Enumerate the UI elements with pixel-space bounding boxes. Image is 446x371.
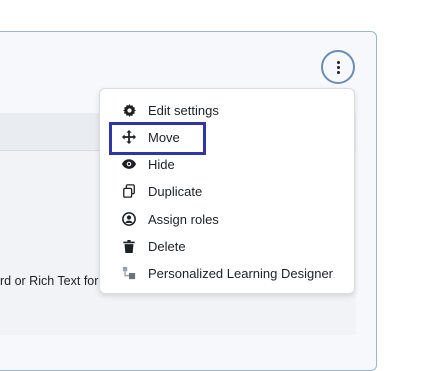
gear-icon [121, 102, 137, 118]
menu-item-personalized-learning-designer[interactable]: Personalized Learning Designer [100, 260, 354, 286]
eye-icon [121, 156, 137, 172]
menu-item-assign-roles[interactable]: Assign roles [100, 206, 354, 232]
menu-item-label: Personalized Learning Designer [148, 265, 334, 281]
move-arrows-icon [121, 129, 137, 145]
menu-item-label: Duplicate [148, 183, 203, 199]
menu-item-move[interactable]: Move [100, 124, 354, 150]
menu-item-edit-settings[interactable]: Edit settings [100, 97, 354, 123]
duplicate-icon [121, 183, 137, 199]
menu-item-label: Edit settings [148, 102, 219, 118]
menu-item-label: Move [148, 129, 180, 145]
pld-icon [121, 265, 137, 281]
menu-item-delete[interactable]: Delete [100, 233, 354, 259]
menu-item-label: Assign roles [148, 211, 219, 227]
actions-menu-button[interactable] [321, 50, 355, 84]
format-description-text: rd or Rich Text for [0, 274, 99, 288]
menu-item-duplicate[interactable]: Duplicate [100, 178, 354, 204]
kebab-icon [336, 60, 340, 74]
user-circle-icon [121, 211, 137, 227]
menu-item-label: Hide [148, 156, 175, 172]
trash-icon [121, 238, 137, 254]
menu-item-hide[interactable]: Hide [100, 151, 354, 177]
actions-dropdown-menu: Edit settings Move Hide Duplicate Assign… [99, 88, 355, 294]
menu-item-label: Delete [148, 238, 186, 254]
